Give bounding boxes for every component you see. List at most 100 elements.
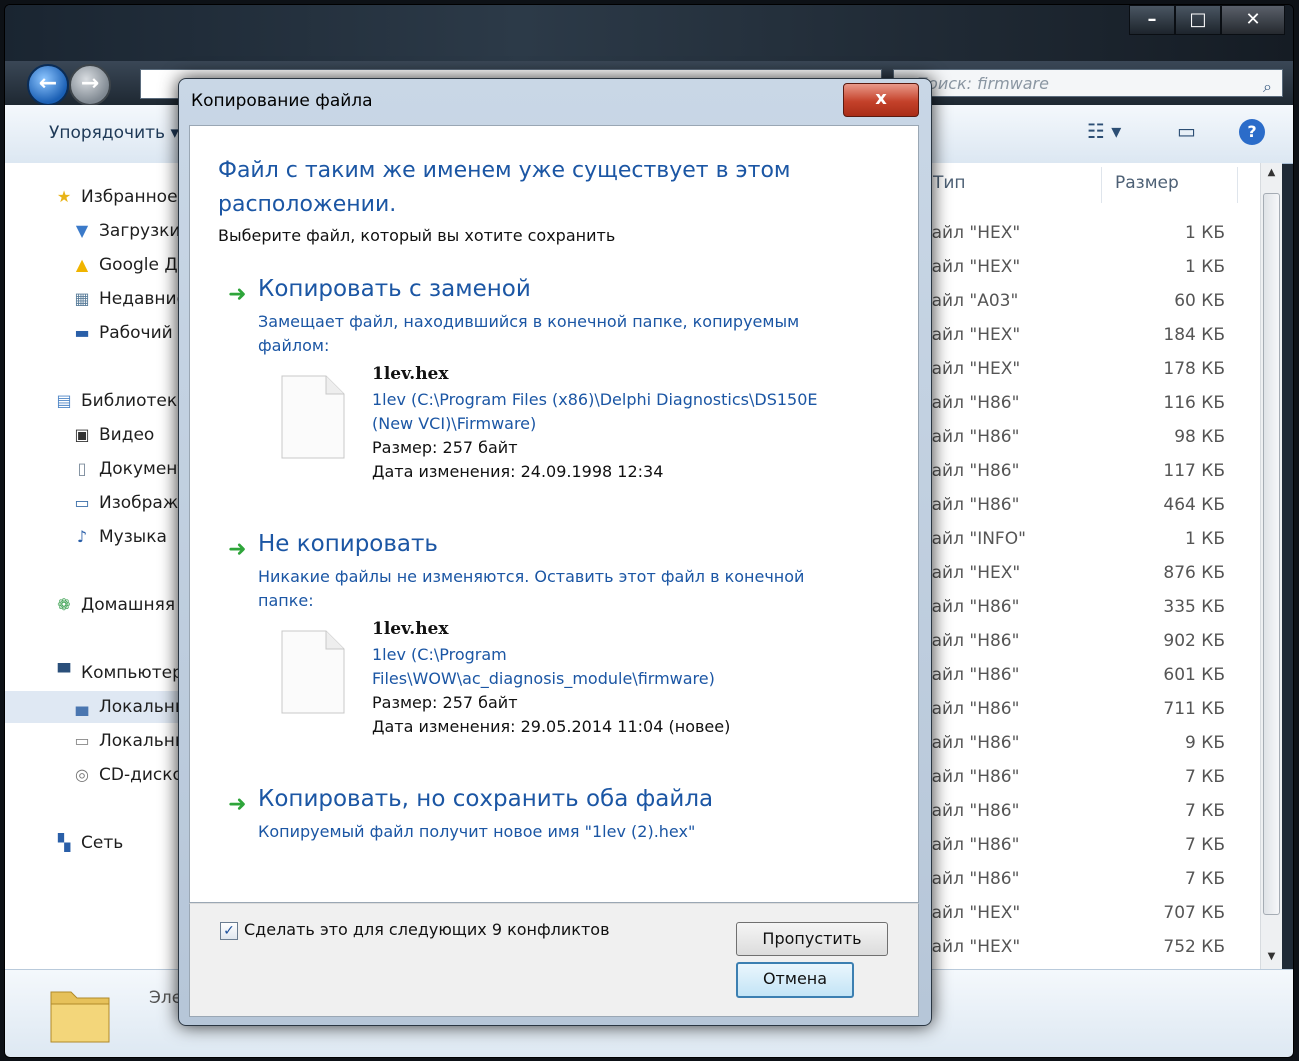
downloads-folder-icon: ▼ bbox=[75, 221, 89, 240]
file-type-cell: Файл "H86" bbox=[917, 699, 1020, 719]
arrow-left-icon: ← bbox=[38, 71, 58, 96]
option-title: Копировать, но сохранить оба файла bbox=[258, 786, 714, 812]
destination-file-info[interactable]: 1lev.hex 1lev (C:\Program Files\WOW\ac_d… bbox=[280, 619, 840, 739]
navigation-pane: ★ Избранное ▼ Загрузки ▲ Google Диск ▦ Недав… bbox=[5, 163, 271, 969]
drive-icon: ▭ bbox=[74, 731, 90, 750]
file-type-cell: Файл "HEX" bbox=[917, 257, 1021, 277]
file-type-cell: Файл "H86" bbox=[917, 869, 1020, 889]
vertical-scrollbar[interactable]: ▲ ▼ bbox=[1260, 163, 1282, 969]
file-type-cell: Файл "H86" bbox=[917, 461, 1020, 481]
organize-button[interactable]: Упорядочить ▾ bbox=[49, 123, 179, 143]
video-icon: ▣ bbox=[74, 425, 90, 444]
window-controls: – □ ✕ bbox=[1129, 5, 1285, 35]
forward-button[interactable]: → bbox=[69, 64, 111, 106]
dialog-body: Файл с таким же именем уже существует в … bbox=[189, 125, 919, 903]
file-size: Размер: 257 байт bbox=[372, 693, 518, 712]
help-icon[interactable]: ? bbox=[1239, 119, 1265, 145]
file-size-cell: 1 КБ bbox=[1185, 529, 1225, 549]
dialog-footer: ✓ Сделать это для следующих 9 конфликтов… bbox=[189, 903, 919, 1017]
skip-button[interactable]: Пропустить bbox=[736, 922, 888, 956]
explorer-titlebar bbox=[5, 5, 1293, 61]
column-header-type[interactable]: Тип bbox=[933, 173, 966, 193]
green-arrow-icon: ➜ bbox=[228, 792, 247, 817]
file-modified-date: Дата изменения: 24.09.1998 12:34 bbox=[372, 462, 664, 481]
column-separator[interactable] bbox=[1101, 167, 1102, 203]
file-type-cell: Файл "HEX" bbox=[917, 223, 1021, 243]
file-type-cell: Файл "H86" bbox=[917, 801, 1020, 821]
file-type-cell: Файл "HEX" bbox=[917, 937, 1021, 957]
cancel-button[interactable]: Отмена bbox=[736, 962, 854, 998]
green-arrow-icon: ➜ bbox=[228, 282, 247, 307]
file-type-cell: Файл "H86" bbox=[917, 665, 1020, 685]
option-copy-and-replace[interactable]: ➜ Копировать с заменой Замещает файл, на… bbox=[228, 276, 868, 355]
file-type-cell: Файл "H86" bbox=[917, 393, 1020, 413]
green-arrow-icon: ➜ bbox=[228, 537, 247, 562]
option-description: Никакие файлы не изменяются. Оставить эт… bbox=[258, 567, 805, 610]
option-title: Не копировать bbox=[258, 531, 438, 557]
file-size-cell: 178 КБ bbox=[1163, 359, 1225, 379]
minimize-icon[interactable]: – bbox=[1129, 5, 1175, 35]
folder-icon bbox=[50, 991, 110, 1043]
file-type-cell: Файл "HEX" bbox=[917, 903, 1021, 923]
file-icon bbox=[281, 375, 345, 459]
option-do-not-copy[interactable]: ➜ Не копировать Никакие файлы не изменяю… bbox=[228, 531, 868, 610]
file-size-cell: 752 КБ bbox=[1163, 937, 1225, 957]
file-size: Размер: 257 байт bbox=[372, 438, 518, 457]
dialog-title: Копирование файла bbox=[191, 91, 373, 111]
scroll-down-icon[interactable]: ▼ bbox=[1261, 947, 1282, 967]
desktop-icon: ▬ bbox=[74, 323, 90, 342]
file-size-cell: 7 КБ bbox=[1185, 767, 1225, 787]
maximize-icon[interactable]: □ bbox=[1175, 5, 1221, 35]
file-icon bbox=[281, 630, 345, 714]
back-button[interactable]: ← bbox=[27, 64, 69, 106]
column-header-size[interactable]: Размер bbox=[1115, 173, 1179, 193]
column-separator[interactable] bbox=[1237, 167, 1238, 203]
search-placeholder: Поиск: firmware bbox=[916, 74, 1049, 93]
file-type-cell: Файл "A03" bbox=[917, 291, 1019, 311]
conflict-headline: Файл с таким же именем уже существует в … bbox=[218, 158, 791, 217]
computer-icon: ▀ bbox=[57, 663, 71, 682]
file-type-cell: Файл "HEX" bbox=[917, 359, 1021, 379]
option-title: Копировать с заменой bbox=[258, 276, 531, 302]
apply-to-all-checkbox[interactable]: ✓ bbox=[220, 922, 238, 940]
file-type-cell: Файл "HEX" bbox=[917, 325, 1021, 345]
system-drive-icon: ▄ bbox=[75, 697, 89, 716]
file-size-cell: 7 КБ bbox=[1185, 869, 1225, 889]
file-size-cell: 707 КБ bbox=[1163, 903, 1225, 923]
file-type-cell: Файл "H86" bbox=[917, 631, 1020, 651]
file-size-cell: 7 КБ bbox=[1185, 801, 1225, 821]
file-size-cell: 1 КБ bbox=[1185, 257, 1225, 277]
file-size-cell: 464 КБ bbox=[1163, 495, 1225, 515]
option-description: Замещает файл, находившийся в конечной п… bbox=[258, 312, 800, 355]
view-options-icon[interactable]: ☷ ▾ bbox=[1087, 119, 1121, 143]
conflict-subhead: Выберите файл, который вы хотите сохрани… bbox=[218, 226, 616, 245]
search-icon[interactable]: ⌕ bbox=[1263, 73, 1272, 101]
arrow-right-icon: → bbox=[80, 71, 100, 96]
file-size-cell: 98 КБ bbox=[1174, 427, 1225, 447]
scrollbar-thumb[interactable] bbox=[1263, 193, 1280, 915]
search-input[interactable]: Поиск: firmware ⌕ bbox=[893, 69, 1283, 97]
file-name: 1lev.hex bbox=[372, 364, 449, 384]
libraries-icon: ▤ bbox=[56, 391, 72, 410]
source-file-info[interactable]: 1lev.hex 1lev (C:\Program Files (x86)\De… bbox=[280, 364, 840, 484]
file-type-cell: Файл "H86" bbox=[917, 597, 1020, 617]
file-size-cell: 601 КБ bbox=[1163, 665, 1225, 685]
file-size-cell: 9 КБ bbox=[1185, 733, 1225, 753]
dialog-close-button[interactable]: x bbox=[843, 83, 919, 117]
option-keep-both[interactable]: ➜ Копировать, но сохранить оба файла Коп… bbox=[228, 786, 868, 846]
file-type-cell: Файл "H86" bbox=[917, 733, 1020, 753]
copy-file-dialog: Копирование файла x Файл с таким же имен… bbox=[178, 78, 932, 1026]
file-type-cell: Файл "H86" bbox=[917, 495, 1020, 515]
scroll-up-icon[interactable]: ▲ bbox=[1261, 163, 1282, 183]
file-size-cell: 117 КБ bbox=[1163, 461, 1225, 481]
apply-to-all-label[interactable]: Сделать это для следующих 9 конфликтов bbox=[244, 920, 610, 939]
close-icon[interactable]: ✕ bbox=[1221, 5, 1285, 35]
file-size-cell: 902 КБ bbox=[1163, 631, 1225, 651]
file-size-cell: 1 КБ bbox=[1185, 223, 1225, 243]
file-size-cell: 60 КБ bbox=[1174, 291, 1225, 311]
documents-icon: ▯ bbox=[77, 459, 87, 478]
recent-places-icon: ▦ bbox=[74, 289, 90, 308]
file-size-cell: 7 КБ bbox=[1185, 835, 1225, 855]
file-path: 1lev (C:\Program Files\WOW\ac_diagnosis_… bbox=[372, 645, 715, 688]
preview-pane-icon[interactable]: ▭ bbox=[1177, 119, 1196, 143]
